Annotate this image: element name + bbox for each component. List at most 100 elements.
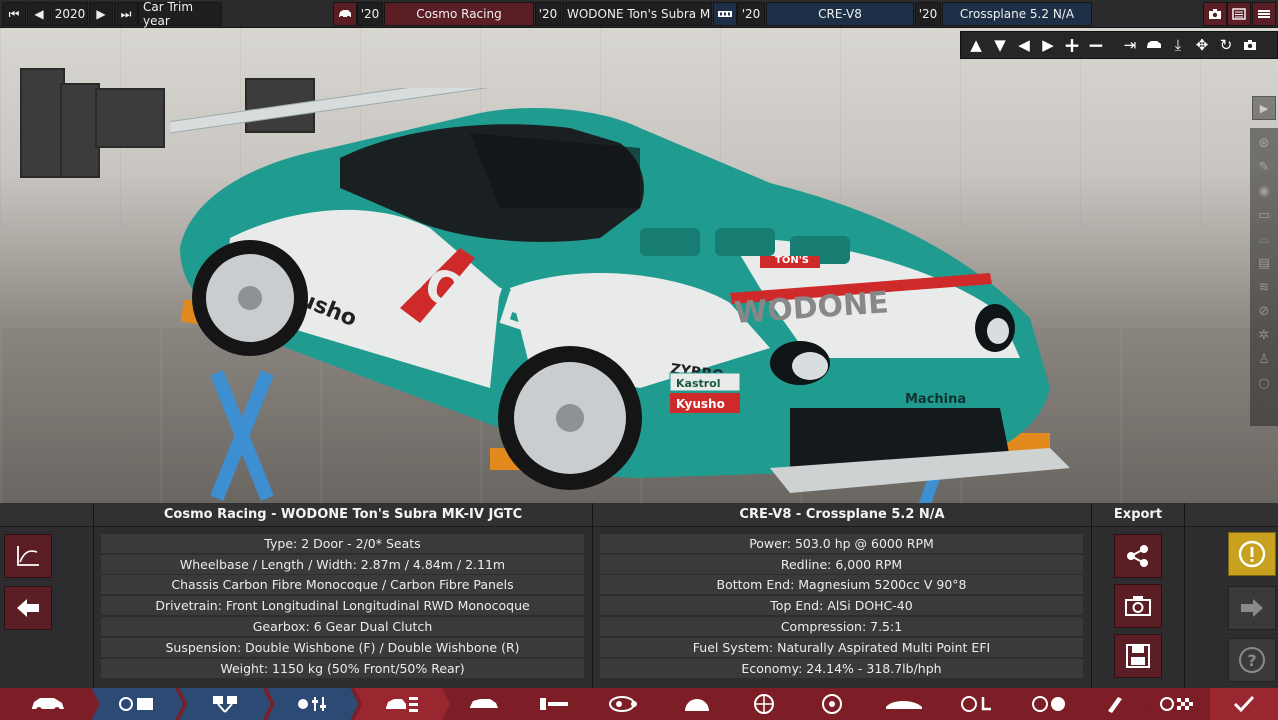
engine-info-title: CRE-V8 - Crossplane 5.2 N/A bbox=[593, 503, 1091, 527]
nav-wheels[interactable] bbox=[661, 688, 733, 720]
reset-rotation-icon[interactable]: ↻ bbox=[1215, 34, 1237, 56]
nav-interior[interactable] bbox=[940, 688, 1016, 720]
car-year: '20 bbox=[357, 2, 383, 26]
share-button[interactable] bbox=[1114, 534, 1162, 578]
summary-button[interactable] bbox=[1227, 2, 1251, 26]
warning-icon bbox=[1238, 540, 1266, 568]
camera-icon[interactable] bbox=[1239, 34, 1261, 56]
svg-text:Kyusho: Kyusho bbox=[676, 397, 725, 411]
paint-spray-icon bbox=[1104, 693, 1126, 715]
car-info-row: Wheelbase / Length / Width: 2.87m / 4.84… bbox=[101, 555, 584, 574]
mirror-icon[interactable]: ▭ bbox=[1253, 204, 1275, 226]
tuning-icon bbox=[295, 694, 331, 714]
svg-text:TON'S: TON'S bbox=[775, 255, 809, 266]
nav-fixtures[interactable] bbox=[589, 688, 665, 720]
export-title: Export bbox=[1092, 503, 1184, 527]
help-button[interactable]: ? bbox=[1228, 638, 1276, 682]
zoom-out-icon[interactable]: − bbox=[1085, 33, 1107, 57]
filing-cabinet bbox=[60, 83, 100, 178]
tire-tread-icon bbox=[683, 695, 711, 713]
prev-year-button[interactable]: ◀ bbox=[27, 2, 51, 26]
svg-text:?: ? bbox=[1247, 651, 1256, 670]
filing-cabinet bbox=[20, 68, 65, 178]
year-field[interactable]: 2020 bbox=[52, 2, 88, 26]
rotate-move-icon[interactable]: ✥ bbox=[1191, 34, 1213, 56]
move-right-icon[interactable]: ▶ bbox=[1037, 34, 1059, 56]
model-year: '20 bbox=[535, 2, 561, 26]
car-view-icon[interactable] bbox=[1143, 34, 1165, 56]
nav-car-body[interactable] bbox=[0, 688, 96, 720]
nav-engine-parts[interactable] bbox=[179, 688, 271, 720]
circle-icon[interactable]: ○ bbox=[1253, 372, 1275, 394]
nav-car-summary[interactable] bbox=[354, 688, 450, 720]
disable-icon[interactable]: ⊘ bbox=[1253, 300, 1275, 322]
race-car: WODONE Kyusho WODONE ZYBRO Machina TON'S… bbox=[170, 88, 1070, 493]
screenshot-button[interactable] bbox=[1203, 2, 1227, 26]
car-company-field[interactable]: Cosmo Racing bbox=[384, 2, 534, 26]
suspension-icon bbox=[538, 695, 572, 713]
nav-engine-tuning[interactable] bbox=[267, 688, 359, 720]
list-icon bbox=[1232, 8, 1246, 20]
engine-year: '20 bbox=[737, 2, 765, 26]
engine-info-row: Redline: 6,000 RPM bbox=[600, 555, 1083, 574]
move-left-icon[interactable]: ◀ bbox=[1013, 34, 1035, 56]
next-icon: ▶ bbox=[96, 7, 106, 21]
car-icon bbox=[339, 10, 351, 20]
car-info-row: Drivetrain: Front Longitudinal Longitudi… bbox=[101, 596, 584, 615]
next-button[interactable] bbox=[1228, 586, 1276, 630]
svg-text:Kastrol: Kastrol bbox=[676, 377, 721, 390]
car-select-button[interactable] bbox=[333, 2, 357, 26]
next-year-button[interactable]: ▶ bbox=[89, 2, 113, 26]
grille-icon[interactable]: ▤ bbox=[1253, 252, 1275, 274]
move-down-icon[interactable]: ▼ bbox=[989, 34, 1011, 56]
move-up-icon[interactable]: ▲ bbox=[965, 34, 987, 56]
nav-aero[interactable] bbox=[864, 688, 944, 720]
nav-paint[interactable] bbox=[1083, 688, 1147, 720]
settings-icon[interactable]: ✲ bbox=[1253, 324, 1275, 346]
rim-icon bbox=[753, 693, 775, 715]
skip-back-icon: ⏮ bbox=[8, 6, 20, 21]
warnings-button[interactable] bbox=[1228, 532, 1276, 576]
body-icon[interactable]: ⌓ bbox=[1253, 228, 1275, 250]
nav-rims[interactable] bbox=[729, 688, 801, 720]
back-button[interactable] bbox=[4, 586, 52, 630]
nav-engine-family[interactable] bbox=[92, 688, 184, 720]
paint-icon[interactable]: ✎ bbox=[1253, 156, 1275, 178]
engine-variant-field[interactable]: Crossplane 5.2 N/A bbox=[942, 2, 1092, 26]
person-icon[interactable]: ♙ bbox=[1253, 348, 1275, 370]
nav-brakes[interactable] bbox=[796, 688, 868, 720]
last-year-button[interactable]: ⏭ bbox=[114, 2, 138, 26]
model-name-field[interactable]: WODONE Ton's Subra MK bbox=[562, 2, 712, 26]
nav-testing[interactable] bbox=[1143, 688, 1215, 720]
play-icon[interactable]: ▶ bbox=[1252, 96, 1276, 120]
photo-button[interactable] bbox=[1114, 584, 1162, 628]
nav-chassis[interactable] bbox=[446, 688, 522, 720]
nav-tuning[interactable] bbox=[1011, 688, 1087, 720]
nav-suspension[interactable] bbox=[518, 688, 594, 720]
car-info-row: Gearbox: 6 Gear Dual Clutch bbox=[101, 617, 584, 636]
exhaust-icon[interactable]: ≋ bbox=[1253, 276, 1275, 298]
chassis-icon bbox=[468, 695, 500, 713]
menu-icon bbox=[1258, 10, 1270, 18]
car-body-icon bbox=[30, 694, 66, 714]
car-info-row: Chassis Carbon Fibre Monocoque / Carbon … bbox=[101, 575, 584, 594]
lower-icon[interactable]: ⤓ bbox=[1167, 34, 1189, 56]
first-year-button[interactable]: ⏮ bbox=[2, 2, 26, 26]
camera-icon bbox=[1125, 596, 1151, 616]
menu-button[interactable] bbox=[1252, 2, 1276, 26]
headlight-icon[interactable]: ◉ bbox=[1253, 180, 1275, 202]
graph-button[interactable] bbox=[4, 534, 52, 578]
arrow-left-icon bbox=[17, 599, 39, 617]
wheel-icon[interactable]: ⊛ bbox=[1253, 132, 1275, 154]
save-button[interactable] bbox=[1114, 634, 1162, 678]
pistons-icon bbox=[209, 694, 241, 714]
zoom-in-icon[interactable]: + bbox=[1061, 33, 1083, 57]
arrow-right-icon bbox=[1241, 599, 1263, 617]
engine-family-field[interactable]: CRE-V8 bbox=[766, 2, 914, 26]
engine-select-button[interactable] bbox=[713, 2, 737, 26]
3d-viewport[interactable]: WODONE Kyusho WODONE ZYBRO Machina TON'S… bbox=[0, 28, 1278, 503]
engine-info-row: Top End: AlSi DOHC-40 bbox=[600, 596, 1083, 615]
car-info-row: Suspension: Double Wishbone (F) / Double… bbox=[101, 638, 584, 657]
confirm-button[interactable] bbox=[1210, 688, 1278, 720]
align-right-icon[interactable]: ⇥ bbox=[1119, 34, 1141, 56]
